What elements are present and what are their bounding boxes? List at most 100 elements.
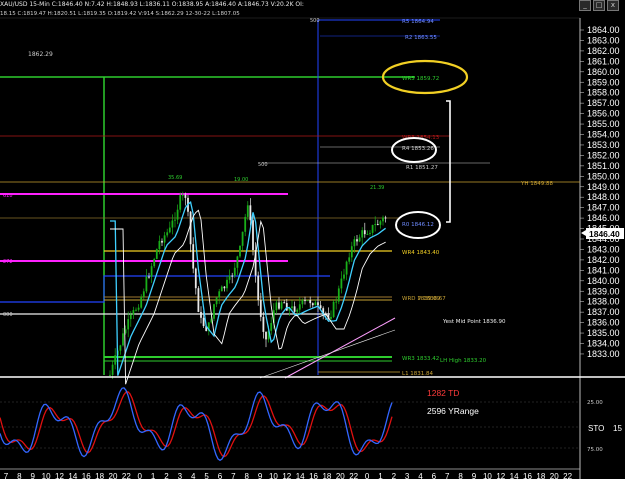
peak-label-a: 35.69 [168, 175, 182, 181]
candle-body [153, 258, 156, 267]
time-label: 18 [95, 472, 104, 479]
td-text: 1282 TD [427, 388, 459, 398]
candle-body [163, 235, 166, 243]
candle-body [168, 227, 171, 233]
candle-body [356, 239, 358, 242]
candle-body [158, 240, 161, 250]
candle-body [223, 286, 226, 289]
price-label: 1853.00 [587, 140, 620, 150]
candle-body [314, 302, 317, 306]
current-price-marker: 1846.40 [581, 228, 624, 239]
maximize-button[interactable]: □ [593, 0, 605, 11]
fib-618-label: 618 [3, 193, 13, 199]
close-button[interactable]: x [607, 0, 619, 11]
candle-body [249, 205, 252, 221]
time-label: 4 [191, 472, 196, 479]
price-label: 1839.00 [587, 286, 620, 296]
wr5-label: WR5 1859.72 [402, 76, 439, 82]
price-label: 1856.00 [587, 109, 620, 119]
candle-body [369, 232, 371, 234]
candle-body [270, 323, 273, 331]
trading-chart[interactable]: R5 1864.94 R2 1863.55 500 1862.29 WR5 18… [0, 0, 625, 479]
time-label: 12 [282, 472, 291, 479]
candle-body [285, 303, 288, 311]
candle-body [265, 331, 267, 340]
time-label: 16 [523, 472, 532, 479]
candle-body [379, 221, 382, 225]
candle-body [241, 231, 244, 246]
time-label: 10 [42, 472, 51, 479]
time-label: 2 [164, 472, 169, 479]
time-label: 10 [483, 472, 492, 479]
candle-body [129, 314, 132, 320]
price-label: 1835.00 [587, 328, 620, 338]
price-label: 1861.00 [587, 56, 620, 66]
yrange-text: 2596 YRange [427, 406, 479, 416]
current-price-label: 1846.40 [589, 229, 620, 239]
time-label: 6 [218, 472, 223, 479]
r2-label: R2 1863.55 [405, 35, 437, 41]
price-label: 1833.00 [587, 349, 620, 359]
price-label: 1837.00 [587, 307, 620, 317]
window-controls: _ □ x [579, 0, 619, 11]
candle-body [236, 256, 239, 268]
r4-label: R4 1853.26 [402, 146, 434, 152]
time-label: 18 [322, 472, 331, 479]
price-label: 1864.00 [587, 25, 620, 35]
candle-body [220, 286, 223, 292]
label-1862: 1862.29 [28, 51, 53, 58]
candle-body [166, 232, 169, 236]
time-label: 12 [55, 472, 64, 479]
r5-label: R5 1864.94 [402, 19, 434, 25]
candle-body [350, 246, 353, 258]
time-label: 14 [296, 472, 305, 479]
candle-body [275, 302, 278, 311]
candle-body [176, 209, 179, 220]
time-label: 9 [472, 472, 477, 479]
minimize-button[interactable]: _ [579, 0, 591, 11]
candle-body [174, 219, 176, 221]
candle-body [132, 310, 135, 315]
yh-label: YH 1849.88 [520, 181, 553, 187]
price-label: 1843.00 [587, 244, 620, 254]
price-label: 1850.00 [587, 171, 620, 181]
time-label: 7 [445, 472, 450, 479]
candle-body [291, 306, 293, 309]
price-label: 1836.00 [587, 318, 620, 328]
candle-body [194, 268, 197, 289]
time-label: 10 [269, 472, 278, 479]
peak-label-c: 21.39 [370, 185, 384, 191]
candle-body [140, 296, 143, 308]
time-label: 20 [336, 472, 345, 479]
candle-body [278, 302, 280, 309]
price-label: 1863.00 [587, 35, 620, 45]
candle-body [317, 302, 319, 306]
candle-body [215, 297, 218, 305]
candle-body [239, 245, 241, 257]
candle-body [218, 291, 221, 298]
candle-body [119, 345, 122, 351]
candle-body [252, 220, 254, 250]
candle-body [179, 195, 182, 210]
yest-mid-label: Yest Mid Point 1836.90 [442, 319, 506, 325]
candle-body [330, 316, 332, 319]
candle-body [376, 224, 379, 226]
pivot-label: P 1838.67 [418, 296, 446, 302]
candle-body [155, 249, 158, 259]
price-label: 1841.00 [587, 265, 620, 275]
price-label: 1846.00 [587, 213, 620, 223]
price-label: 1857.00 [587, 98, 620, 108]
time-label: 8 [17, 472, 22, 479]
candle-body [280, 302, 283, 309]
wr4-label: WR4 1843.40 [402, 250, 440, 256]
candle-body [335, 301, 338, 303]
fib-272-label: 272 [3, 259, 13, 265]
label-000: 000 [3, 312, 13, 318]
osc-level-75: 75.00 [587, 447, 603, 453]
candle-body [197, 288, 200, 312]
l1-label: L1 1831.84 [402, 371, 434, 377]
price-label: 1854.00 [587, 130, 620, 140]
price-label: 1862.00 [587, 46, 620, 56]
candle-body [192, 244, 195, 269]
candle-body [127, 319, 130, 330]
